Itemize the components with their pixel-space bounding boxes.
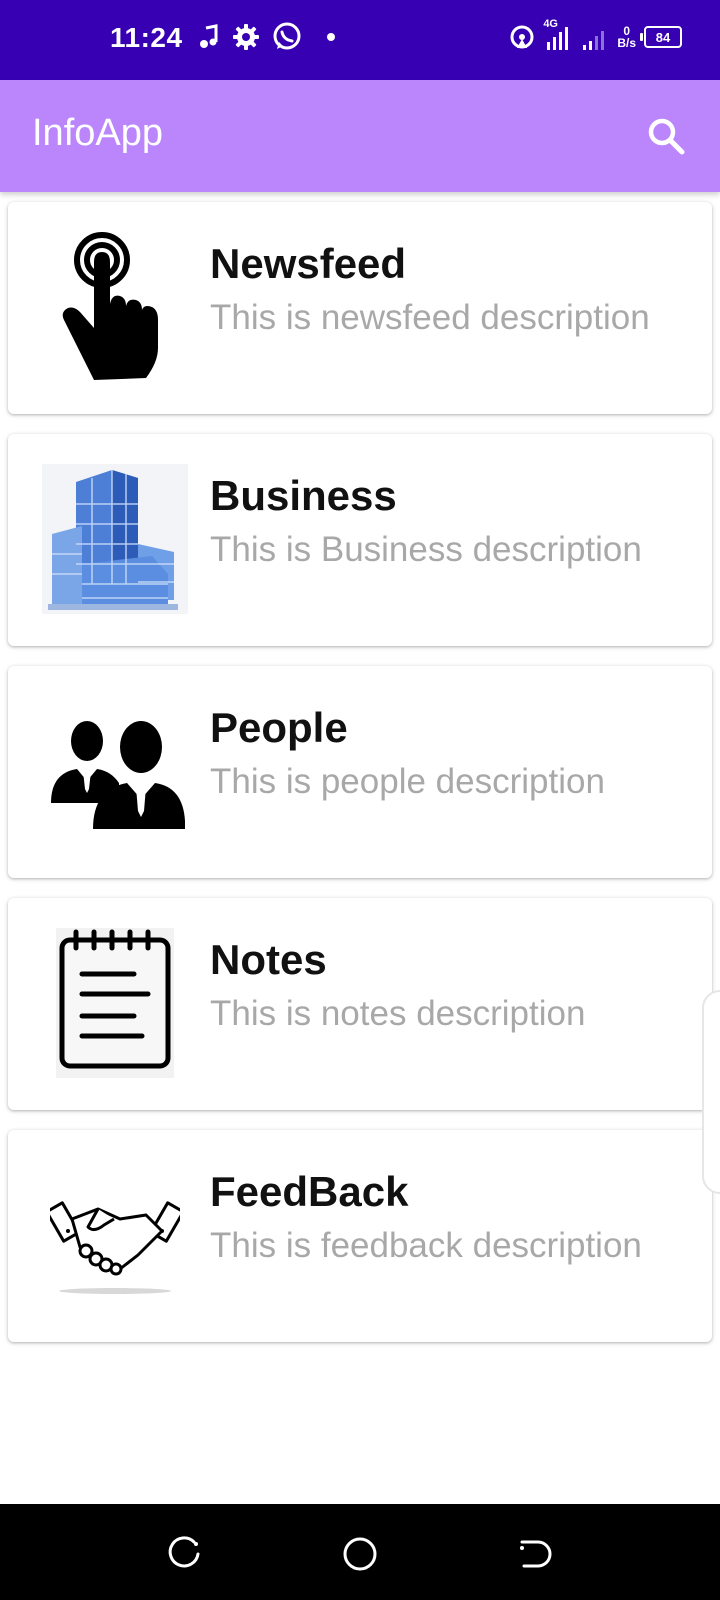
status-bar: 11:24 4G 0 B/s 84 [0,0,720,80]
home-button[interactable] [340,1534,380,1574]
card-image [42,1160,188,1310]
hotspot-icon [510,25,534,49]
app-bar: InfoApp [0,80,720,192]
search-button[interactable] [644,114,688,158]
whatsapp-icon [273,22,301,50]
search-icon [648,118,685,155]
card-title: People [210,704,348,751]
card-description: This is people description [210,762,605,801]
card-title: Business [210,472,397,519]
people-icon [51,721,185,829]
signal-weak-icon [583,31,605,50]
dot-icon [327,33,335,41]
building-icon [42,464,188,614]
app-title: InfoApp [32,112,163,154]
status-right-icons: 4G 0 B/s 84 [509,18,682,52]
navigation-bar [0,1504,720,1600]
battery-level: 84 [655,29,671,45]
card-title: Newsfeed [210,240,407,287]
recent-apps-icon [168,1536,200,1568]
signal-icon: 4G [543,18,573,52]
status-time: 11:24 [110,22,183,53]
gear-icon [233,24,259,50]
hand-pointer-icon [62,232,158,380]
list-item-people[interactable]: People This is people description [8,666,712,878]
net-speed: 0 B/s [617,24,636,50]
card-image [42,928,188,1078]
card-title: Notes [210,936,327,983]
recent-apps-button[interactable] [164,1534,204,1574]
card-image [42,464,188,614]
status-left-icons [198,22,338,52]
handshake-icon [50,1201,180,1294]
card-description: This is newsfeed description [210,298,650,337]
card-description: This is notes description [210,994,586,1033]
edge-panel-handle[interactable] [702,990,720,1194]
home-icon [343,1537,377,1571]
list-item-notes[interactable]: Notes This is notes description [8,898,712,1110]
card-image [42,232,188,382]
card-image [42,696,188,846]
music-note-icon [200,24,218,48]
back-icon [520,1540,552,1568]
list-item-business[interactable]: Business This is Business description [8,434,712,646]
list-item-feedback[interactable]: FeedBack This is feedback description [8,1130,712,1342]
card-description: This is Business description [210,530,642,569]
card-description: This is feedback description [210,1226,642,1265]
back-button[interactable] [516,1534,556,1574]
card-title: FeedBack [210,1168,409,1215]
battery-icon: 84 [640,26,682,48]
list-item-newsfeed[interactable]: Newsfeed This is newsfeed description [8,202,712,414]
notepad-icon [56,928,174,1078]
